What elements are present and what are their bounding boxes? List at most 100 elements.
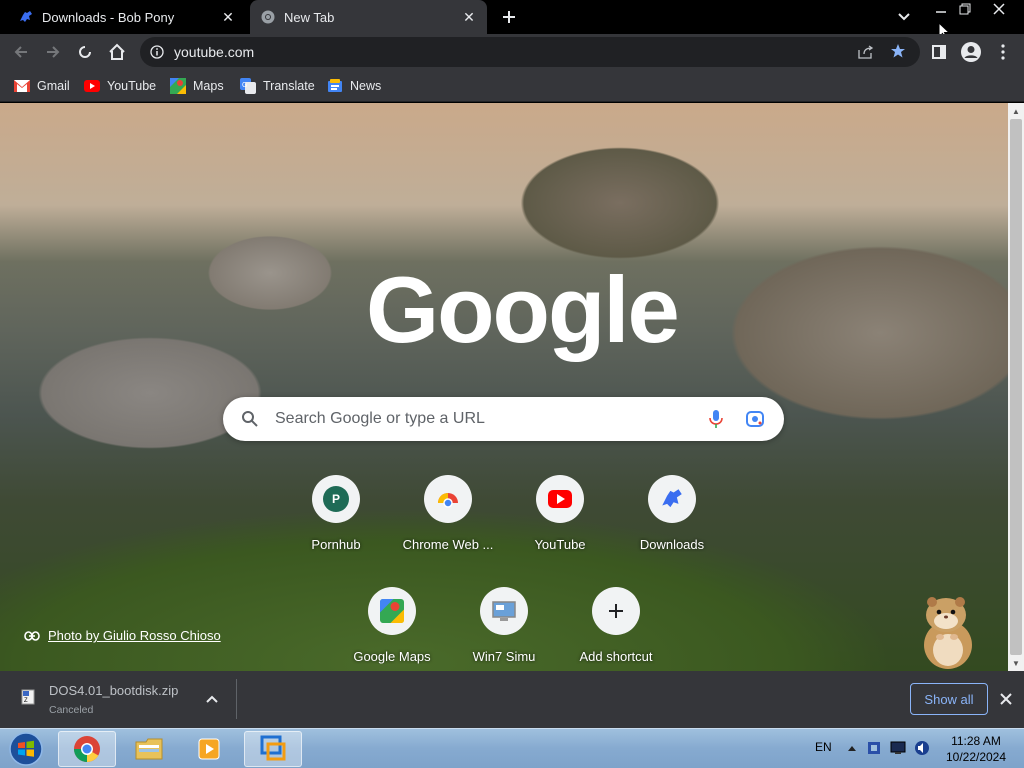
profile-button[interactable] — [958, 40, 984, 64]
shortcut-icon-circle — [368, 587, 416, 635]
share-icon[interactable] — [858, 45, 874, 59]
home-button[interactable] — [104, 40, 130, 64]
language-indicator[interactable]: EN — [815, 740, 832, 754]
hamster-mascot-icon — [924, 597, 972, 669]
shortcut-icon-circle — [536, 475, 584, 523]
bookmark-star-icon[interactable] — [890, 43, 906, 59]
bookmark-label: YouTube — [107, 79, 157, 93]
chrome-icon — [260, 9, 276, 25]
microphone-icon[interactable] — [709, 409, 723, 429]
virtual-machine-icon — [260, 735, 286, 761]
shortcut-win7-simu[interactable]: Win7 Simu — [448, 587, 560, 671]
plus-icon — [503, 11, 515, 23]
tab-title: Downloads - Bob Pony — [42, 9, 175, 25]
search-box[interactable]: Search Google or type a URL — [223, 397, 784, 441]
side-panel-button[interactable] — [926, 40, 952, 64]
folder-icon — [135, 738, 163, 760]
more-vert-icon — [1001, 44, 1005, 60]
toolbar: youtube.com — [0, 34, 1024, 70]
photo-credit-link[interactable]: Photo by Giulio Rosso Chioso — [24, 628, 221, 643]
taskbar-chrome[interactable] — [58, 731, 116, 767]
close-icon[interactable]: ✕ — [220, 9, 236, 25]
scroll-up-arrow-icon[interactable]: ▲ — [1008, 104, 1024, 118]
search-icon — [242, 411, 258, 427]
youtube-icon — [84, 78, 100, 94]
monitor-icon[interactable] — [890, 740, 906, 756]
download-item[interactable]: Z DOS4.01_bootdisk.zip Canceled — [0, 671, 236, 728]
new-tab-page: Google Search Google or type a URL P Por… — [0, 103, 1008, 671]
shortcut-youtube[interactable]: YouTube — [504, 475, 616, 575]
address-bar[interactable]: youtube.com — [140, 37, 920, 67]
new-tab-button[interactable] — [498, 6, 520, 28]
shortcut-chrome-web-store[interactable]: Chrome Web ... — [392, 475, 504, 575]
volume-icon[interactable] — [914, 740, 930, 756]
forward-button[interactable] — [40, 40, 66, 64]
bob-pony-icon — [662, 489, 682, 508]
add-shortcut-button[interactable]: Add shortcut — [560, 587, 672, 671]
system-clock[interactable]: 11:28 AM 10/22/2024 — [938, 733, 1014, 765]
gmail-icon — [14, 78, 30, 94]
tab-new-tab[interactable]: New Tab ✕ — [250, 0, 487, 34]
shortcut-label: Chrome Web ... — [402, 537, 494, 552]
svg-text:G: G — [242, 82, 247, 89]
photo-credit-text: Photo by Giulio Rosso Chioso — [48, 628, 221, 643]
download-bar-close-button[interactable] — [996, 689, 1016, 709]
bookmark-news[interactable]: News — [327, 76, 381, 96]
scrollbar-thumb[interactable] — [1010, 119, 1022, 655]
download-filename: DOS4.01_bootdisk.zip — [49, 683, 179, 698]
win7-simu-icon — [492, 601, 516, 621]
windows-taskbar: EN 11:28 AM 10/22/2024 — [0, 728, 1024, 768]
bookmark-youtube[interactable]: YouTube — [84, 76, 156, 96]
google-lens-icon[interactable] — [745, 409, 765, 429]
chevron-up-icon[interactable] — [206, 695, 218, 703]
taskbar-media-player[interactable] — [180, 731, 238, 767]
start-button[interactable] — [4, 730, 48, 768]
bookmarks-bar: Gmail YouTube Maps G Translate News — [0, 70, 1024, 102]
home-icon — [109, 43, 125, 60]
bookmark-label: Gmail — [37, 79, 70, 93]
svg-text:Z: Z — [24, 698, 28, 704]
media-player-icon — [198, 738, 220, 760]
vertical-scrollbar[interactable]: ▲ ▼ — [1008, 103, 1024, 671]
bookmark-gmail[interactable]: Gmail — [14, 76, 70, 96]
restore-button[interactable] — [950, 0, 980, 18]
stop-loading-button[interactable] — [72, 40, 98, 64]
back-button[interactable] — [8, 40, 34, 64]
shortcut-pornhub[interactable]: P Pornhub — [280, 475, 392, 575]
scroll-down-arrow-icon[interactable]: ▼ — [1008, 656, 1024, 670]
bookmark-translate[interactable]: G Translate — [240, 76, 315, 96]
arrow-left-icon — [14, 46, 27, 58]
shortcut-downloads[interactable]: Downloads — [616, 475, 728, 575]
download-bar: Z DOS4.01_bootdisk.zip Canceled Show all — [0, 671, 1024, 728]
news-icon — [327, 78, 343, 94]
shortcut-icon-circle — [424, 475, 472, 523]
bookmark-label: Translate — [263, 79, 315, 93]
avatar-icon — [961, 42, 981, 62]
tab-title: New Tab — [284, 9, 335, 25]
bookmark-maps[interactable]: Maps — [170, 76, 224, 96]
chrome-web-store-icon — [438, 493, 458, 508]
network-adapter-icon[interactable] — [866, 740, 882, 756]
link-icon — [24, 630, 40, 641]
shortcut-icon-circle — [648, 475, 696, 523]
arrow-right-icon — [47, 46, 60, 58]
shortcut-label: Win7 Simu — [472, 649, 536, 664]
shortcut-label: Google Maps — [353, 649, 431, 664]
zip-file-icon: Z — [21, 689, 35, 705]
tab-search-button[interactable] — [894, 8, 914, 26]
search-placeholder: Search Google or type a URL — [275, 410, 485, 427]
taskbar-explorer[interactable] — [120, 731, 178, 767]
side-panel-icon — [932, 45, 946, 59]
tab-downloads[interactable]: Downloads - Bob Pony ✕ — [8, 0, 246, 34]
window-close-button[interactable] — [984, 0, 1014, 18]
taskbar-virtual-machine[interactable] — [244, 731, 302, 767]
close-icon[interactable]: ✕ — [461, 9, 477, 25]
menu-button[interactable] — [990, 40, 1016, 64]
show-all-button[interactable]: Show all — [910, 683, 988, 715]
info-icon[interactable] — [150, 45, 164, 59]
windows-orb-icon — [9, 732, 43, 766]
close-icon — [1000, 693, 1012, 705]
google-logo: Google — [366, 257, 680, 362]
shortcut-google-maps[interactable]: Google Maps — [336, 587, 448, 671]
show-hidden-icons-icon[interactable] — [844, 740, 860, 756]
